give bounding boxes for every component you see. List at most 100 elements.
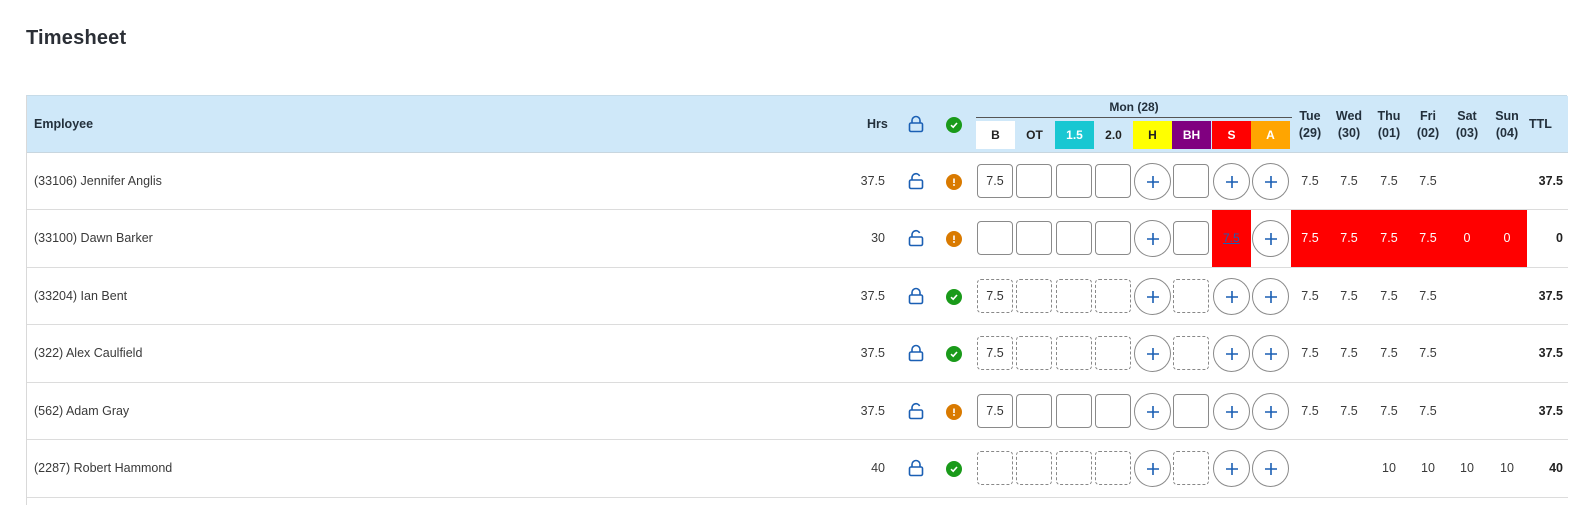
mon-ot-input[interactable] <box>1016 221 1052 255</box>
day-hours-fri: 7.5 <box>1419 404 1437 418</box>
table-row: (33106) Jennifer Anglis 37.5 7.5 7.5 7.5 7.5 7… <box>27 153 1568 210</box>
mon-ot-input[interactable] <box>1016 336 1052 370</box>
day-date: (04) <box>1495 126 1519 140</box>
warning-icon[interactable] <box>946 174 962 190</box>
table-row: (33100) Dawn Barker 30 7.5 7.5 7.5 7.5 7.5 0 0 0 <box>27 210 1568 268</box>
mon-2-0-input[interactable] <box>1095 336 1131 370</box>
mon-1-5-input[interactable] <box>1056 394 1092 428</box>
add-absence-button[interactable] <box>1252 450 1289 487</box>
lock-all-icon[interactable] <box>908 115 924 133</box>
day-hours-wed: 7.5 <box>1340 231 1358 245</box>
add-absence-button[interactable] <box>1252 335 1289 372</box>
approved-check-icon[interactable] <box>946 461 962 477</box>
mon-b-input[interactable]: 7.5 <box>977 164 1013 198</box>
employee-name[interactable]: (562) Adam Gray <box>34 404 129 418</box>
mon-1-5-input[interactable] <box>1056 451 1092 485</box>
add-absence-button[interactable] <box>1252 220 1289 257</box>
add-holiday-button[interactable] <box>1134 163 1171 200</box>
mon-ot-input[interactable] <box>1016 394 1052 428</box>
add-holiday-button[interactable] <box>1134 393 1171 430</box>
employee-name[interactable]: (33204) Ian Bent <box>34 289 127 303</box>
mon-b-input[interactable]: 7.5 <box>977 279 1013 313</box>
day-name: Tue <box>1299 109 1321 123</box>
approved-check-icon[interactable] <box>946 289 962 305</box>
mon-b-input[interactable]: 7.5 <box>977 394 1013 428</box>
mon-divider <box>976 117 1292 118</box>
lock-icon[interactable] <box>908 287 924 305</box>
page-title: Timesheet <box>26 27 127 49</box>
day-hours-thu: 7.5 <box>1380 231 1398 245</box>
mon-b-input[interactable] <box>977 451 1013 485</box>
contract-hours: 37.5 <box>860 346 885 360</box>
day-hours-tue: 7.5 <box>1301 404 1319 418</box>
header-employee[interactable]: Employee <box>34 117 93 131</box>
mon-2-0-input[interactable] <box>1095 221 1131 255</box>
add-absence-button[interactable] <box>1252 393 1289 430</box>
mon-1-5-input[interactable] <box>1056 279 1092 313</box>
mon-bh-input[interactable] <box>1173 336 1209 370</box>
employee-name[interactable]: (322) Alex Caulfield <box>34 346 142 360</box>
add-holiday-button[interactable] <box>1134 450 1171 487</box>
total-hours: 37.5 <box>1538 346 1563 360</box>
day-hours-wed: 7.5 <box>1340 346 1358 360</box>
day-date: (02) <box>1416 126 1440 140</box>
category-bh: BH <box>1172 121 1211 149</box>
lock-icon[interactable] <box>908 459 924 477</box>
table-row: (562) Adam Gray 37.5 7.5 7.5 7.5 7.5 7.5 37.5 <box>27 383 1568 440</box>
header-day-fri: Fri (02) <box>1409 108 1447 142</box>
day-hours-sat: 10 <box>1460 461 1474 475</box>
employee-name[interactable]: (33100) Dawn Barker <box>34 231 153 245</box>
header-day-sat: Sat (03) <box>1448 108 1486 142</box>
sick-hours-link[interactable]: 7.5 <box>1223 231 1240 245</box>
add-holiday-button[interactable] <box>1134 278 1171 315</box>
mon-b-input[interactable] <box>977 221 1013 255</box>
unlock-icon[interactable] <box>908 229 924 247</box>
mon-ot-input[interactable] <box>1016 451 1052 485</box>
add-sick-button[interactable] <box>1213 393 1250 430</box>
add-absence-button[interactable] <box>1252 163 1289 200</box>
mon-1-5-input[interactable] <box>1056 164 1092 198</box>
warning-icon[interactable] <box>946 404 962 420</box>
contract-hours: 30 <box>871 231 885 245</box>
mon-2-0-input[interactable] <box>1095 394 1131 428</box>
approved-check-icon[interactable] <box>946 346 962 362</box>
unlock-icon[interactable] <box>908 402 924 420</box>
mon-bh-input[interactable] <box>1173 451 1209 485</box>
category-s: S <box>1212 121 1251 149</box>
add-sick-button[interactable] <box>1213 163 1250 200</box>
mon-bh-input[interactable] <box>1173 394 1209 428</box>
grid-header: Employee Hrs Mon (28) B OT 1.5 2.0 H BH S A Tue… <box>27 96 1568 153</box>
lock-icon[interactable] <box>908 344 924 362</box>
header-mon: Mon (28) <box>1109 100 1159 114</box>
mon-ot-input[interactable] <box>1016 164 1052 198</box>
mon-ot-input[interactable] <box>1016 279 1052 313</box>
unlock-icon[interactable] <box>908 172 924 190</box>
day-name: Wed <box>1335 109 1363 123</box>
add-holiday-button[interactable] <box>1134 335 1171 372</box>
day-date: (01) <box>1377 126 1401 140</box>
employee-name[interactable]: (33106) Jennifer Anglis <box>34 174 162 188</box>
day-hours-tue: 7.5 <box>1301 174 1319 188</box>
add-holiday-button[interactable] <box>1134 220 1171 257</box>
mon-1-5-input[interactable] <box>1056 221 1092 255</box>
contract-hours: 37.5 <box>860 174 885 188</box>
mon-1-5-input[interactable] <box>1056 336 1092 370</box>
add-sick-button[interactable] <box>1213 335 1250 372</box>
day-hours-sat: 0 <box>1463 231 1471 245</box>
employee-name[interactable]: (2287) Robert Hammond <box>34 461 172 475</box>
mon-2-0-input[interactable] <box>1095 164 1131 198</box>
mon-bh-input[interactable] <box>1173 279 1209 313</box>
total-hours: 40 <box>1549 461 1563 475</box>
header-hrs[interactable]: Hrs <box>867 117 888 131</box>
mon-b-input[interactable]: 7.5 <box>977 336 1013 370</box>
header-day-thu: Thu (01) <box>1370 108 1408 142</box>
approve-all-icon[interactable] <box>946 117 962 133</box>
warning-icon[interactable] <box>946 231 962 247</box>
mon-2-0-input[interactable] <box>1095 279 1131 313</box>
mon-bh-input[interactable] <box>1173 164 1209 198</box>
add-sick-button[interactable] <box>1213 278 1250 315</box>
mon-bh-input[interactable] <box>1173 221 1209 255</box>
mon-2-0-input[interactable] <box>1095 451 1131 485</box>
add-sick-button[interactable] <box>1213 450 1250 487</box>
add-absence-button[interactable] <box>1252 278 1289 315</box>
